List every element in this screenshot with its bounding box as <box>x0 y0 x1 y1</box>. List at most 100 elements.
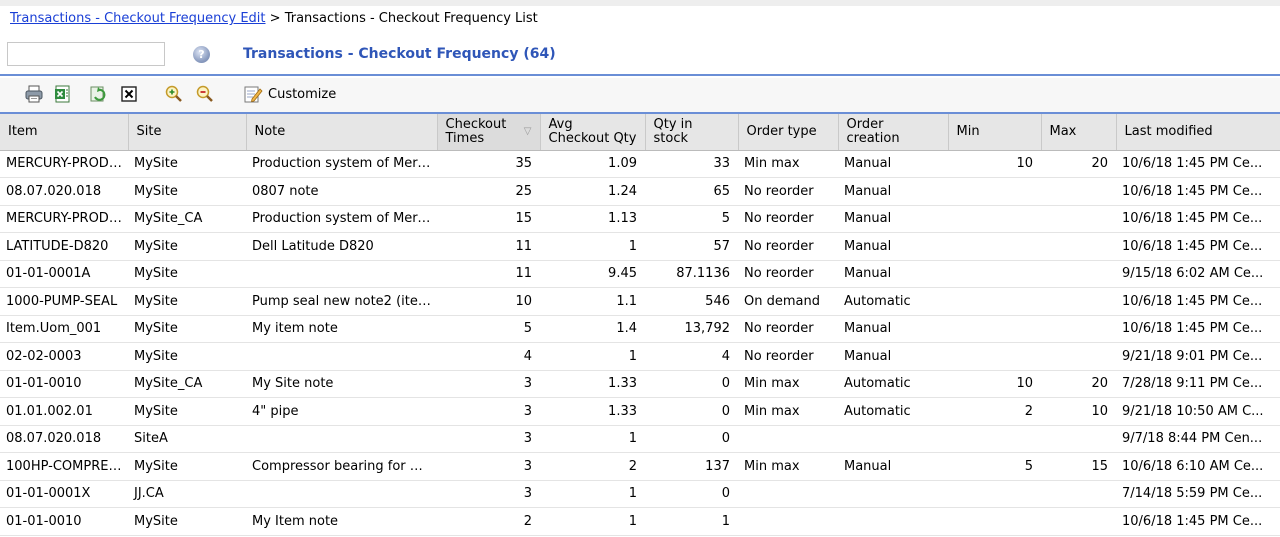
customize-label: Customize <box>268 86 337 102</box>
close-button[interactable] <box>117 82 141 106</box>
table-row[interactable]: LATITUDE-D820 MySite Dell Latitude D820 11 1… <box>0 232 1280 261</box>
cell-checkout-times: 10 <box>437 287 540 316</box>
table-row[interactable]: 01-01-0001X JJ.CA 3 1 0 7/14/18 5:59 PM Ce... <box>0 480 1280 508</box>
cell-avg-checkout-qty: 1.33 <box>540 370 645 398</box>
column-header-item[interactable]: Item <box>0 114 129 151</box>
table-row[interactable]: 08.07.020.018 MySite 0807 note 25 1.24 65 No r… <box>0 177 1280 206</box>
cell-avg-checkout-qty: 1.13 <box>540 205 645 233</box>
print-button[interactable] <box>22 82 46 106</box>
cell-max <box>1041 425 1116 453</box>
cell-avg-checkout-qty: 1.24 <box>540 177 645 206</box>
cell-note: 0807 note <box>246 177 437 206</box>
cell-last-modified: 9/15/18 6:02 AM Ce... <box>1116 260 1280 288</box>
cell-max <box>1041 260 1116 288</box>
cell-note <box>246 480 437 508</box>
cell-order-type: Min max <box>738 370 838 398</box>
cell-order-creation: Manual <box>838 342 948 371</box>
cell-item: LATITUDE-D820 <box>0 232 128 261</box>
table-row[interactable]: 01-01-0001A MySite 11 9.45 87.1136 No reorder… <box>0 260 1280 288</box>
column-header-max[interactable]: Max <box>1041 114 1117 151</box>
cell-note: My item note <box>246 315 437 343</box>
table-body: MERCURY-PROD.... MySite Production system … <box>0 150 1280 536</box>
cell-min <box>948 342 1041 371</box>
cell-min <box>948 507 1041 536</box>
cell-checkout-times: 3 <box>437 480 540 508</box>
table-row[interactable]: 1000-PUMP-SEAL MySite Pump seal new note2 … <box>0 287 1280 316</box>
cell-qty-in-stock: 137 <box>645 452 738 481</box>
cell-avg-checkout-qty: 1.1 <box>540 287 645 316</box>
column-header-qty-in-stock[interactable]: Qty in stock <box>645 114 739 151</box>
cell-checkout-times: 3 <box>437 425 540 453</box>
column-header-checkout-times[interactable]: Checkout Times ▽ <box>437 114 541 151</box>
cell-item: MERCURY-PROD.... <box>0 205 128 233</box>
cell-item: Item.Uom_001 <box>0 315 128 343</box>
cell-min <box>948 177 1041 206</box>
table-row[interactable]: Item.Uom_001 MySite My item note 5 1.4 13,792… <box>0 315 1280 343</box>
cell-last-modified: 10/6/18 1:45 PM Ce... <box>1116 177 1280 206</box>
cell-site: MySite <box>128 150 246 178</box>
cell-qty-in-stock: 65 <box>645 177 738 206</box>
breadcrumb-link-checkout-frequency-edit[interactable]: Transactions - Checkout Frequency Edit <box>10 11 266 26</box>
top-strip <box>0 0 1280 6</box>
column-header-last-modified[interactable]: Last modified <box>1116 114 1280 151</box>
cell-checkout-times: 2 <box>437 507 540 536</box>
cell-avg-checkout-qty: 1.09 <box>540 150 645 178</box>
column-header-avg-checkout-qty[interactable]: Avg Checkout Qty <box>540 114 646 151</box>
cell-last-modified: 9/7/18 8:44 PM Cen... <box>1116 425 1280 453</box>
cell-order-creation: Manual <box>838 452 948 481</box>
column-header-note[interactable]: Note <box>246 114 438 151</box>
cell-avg-checkout-qty: 1 <box>540 425 645 453</box>
cell-max <box>1041 232 1116 261</box>
cell-checkout-times: 15 <box>437 205 540 233</box>
cell-last-modified: 10/6/18 6:10 AM Ce... <box>1116 452 1280 481</box>
cell-checkout-times: 25 <box>437 177 540 206</box>
cell-item: 01-01-0010 <box>0 370 128 398</box>
cell-checkout-times: 5 <box>437 315 540 343</box>
refresh-button[interactable] <box>87 82 111 106</box>
table-row[interactable]: 01-01-0010 MySite My Item note 2 1 1 10/6/18 1… <box>0 507 1280 536</box>
column-header-order-type[interactable]: Order type <box>738 114 839 151</box>
cell-order-type: No reorder <box>738 260 838 288</box>
table-row[interactable]: 08.07.020.018 SiteA 3 1 0 9/7/18 8:44 PM Cen.… <box>0 425 1280 453</box>
cell-site: MySite <box>128 232 246 261</box>
customize-button[interactable]: Customize <box>243 82 338 106</box>
cell-min <box>948 205 1041 233</box>
toolbar <box>0 78 1280 112</box>
cell-site: MySite <box>128 177 246 206</box>
cell-min <box>948 260 1041 288</box>
cell-order-creation: Manual <box>838 177 948 206</box>
cell-last-modified: 9/21/18 10:50 AM C... <box>1116 397 1280 426</box>
cell-min <box>948 287 1041 316</box>
cell-order-type <box>738 507 838 536</box>
table-row[interactable]: 01.01.002.01 MySite 4" pipe 3 1.33 0 Min max Au… <box>0 397 1280 426</box>
search-input[interactable] <box>7 42 165 66</box>
column-header-min[interactable]: Min <box>948 114 1042 151</box>
table-row[interactable]: 100HP-COMPRES... MySite Compressor bearing… <box>0 452 1280 481</box>
customize-icon <box>244 86 263 103</box>
cell-qty-in-stock: 546 <box>645 287 738 316</box>
cell-item: 01-01-0001X <box>0 480 128 508</box>
cell-avg-checkout-qty: 2 <box>540 452 645 481</box>
column-header-order-creation[interactable]: Order creation <box>838 114 949 151</box>
help-icon[interactable]: ? <box>193 46 210 63</box>
table-row[interactable]: 02-02-0003 MySite 4 1 4 No reorder Manual 9/21/… <box>0 342 1280 371</box>
cell-min: 2 <box>948 397 1041 426</box>
zoom-in-button[interactable] <box>162 82 186 106</box>
table-row[interactable]: MERCURY-PROD.... MySite_CA Production syst… <box>0 205 1280 233</box>
zoom-out-button[interactable] <box>193 82 217 106</box>
cell-item: 01.01.002.01 <box>0 397 128 426</box>
cell-item: 100HP-COMPRES... <box>0 452 128 481</box>
cell-site: MySite_CA <box>128 205 246 233</box>
cell-qty-in-stock: 0 <box>645 370 738 398</box>
cell-qty-in-stock: 0 <box>645 397 738 426</box>
table-row[interactable]: 01-01-0010 MySite_CA My Site note 3 1.33 0 Min… <box>0 370 1280 398</box>
column-header-site[interactable]: Site <box>128 114 247 151</box>
table-row[interactable]: MERCURY-PROD.... MySite Production system … <box>0 150 1280 178</box>
cell-order-type <box>738 425 838 453</box>
cell-order-creation: Manual <box>838 150 948 178</box>
cell-note: Production system of Mercu... <box>246 150 437 178</box>
export-excel-button[interactable] <box>51 82 75 106</box>
cell-order-type: Min max <box>738 452 838 481</box>
cell-avg-checkout-qty: 1.33 <box>540 397 645 426</box>
cell-qty-in-stock: 1 <box>645 507 738 536</box>
